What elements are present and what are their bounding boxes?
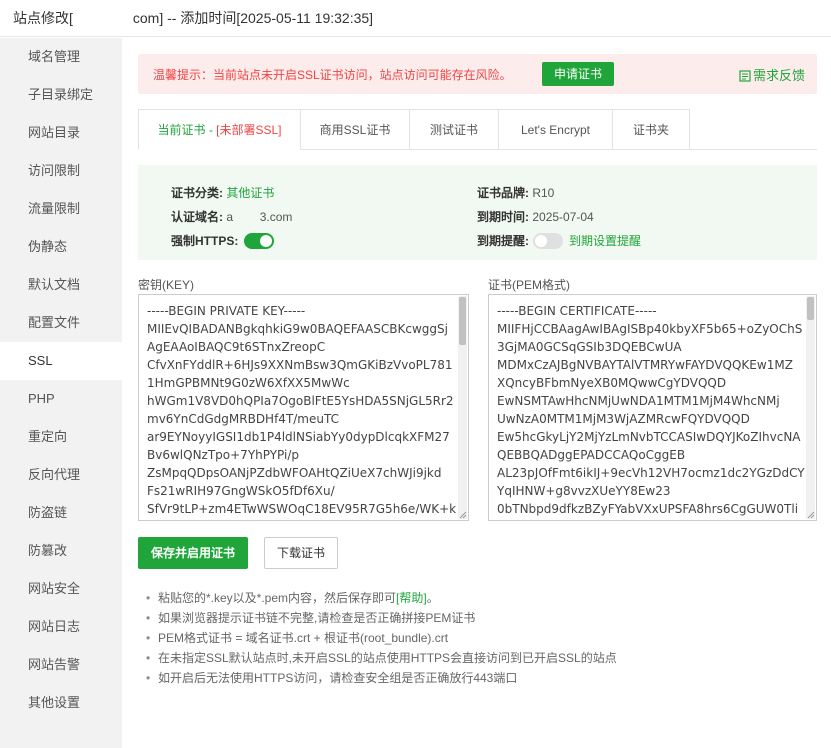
ssl-tips-list: 粘贴您的*.key以及*.pem内容，然后保存即可[帮助]。 如果浏览器提示证书… — [144, 588, 617, 688]
cert-info-panel: 证书分类: 其他证书 证书品牌: R10 认证域名: a 3.com 到期时间:… — [138, 165, 817, 260]
title-suffix: com] -- 添加时间[2025-05-11 19:32:35] — [132, 10, 374, 26]
cert-expire: 到期时间: 2025-07-04 — [477, 208, 594, 225]
sidebar-item-domain[interactable]: 域名管理 — [0, 38, 122, 76]
feedback-label: 需求反馈 — [752, 68, 805, 83]
expire-remind: 到期提醒: 到期设置提醒 — [477, 232, 641, 249]
force-https-toggle[interactable] — [244, 233, 275, 249]
sidebar-item-tamper-proof[interactable]: 防篡改 — [0, 532, 122, 570]
cert-category: 证书分类: 其他证书 — [171, 184, 274, 201]
sidebar-item-reverse-proxy[interactable]: 反向代理 — [0, 456, 122, 494]
key-scroll-thumb[interactable] — [459, 297, 466, 345]
title-prefix: 站点修改[ — [13, 10, 73, 26]
tab-commercial-ssl[interactable]: 商用SSL证书 — [301, 109, 410, 150]
sidebar-item-site-dir[interactable]: 网站目录 — [0, 114, 122, 152]
ssl-panel: 温馨提示：当前站点未开启SSL证书访问，站点访问可能存在风险。 申请证书 需求反… — [122, 38, 831, 748]
cert-textarea[interactable]: -----BEGIN CERTIFICATE----- MIIFHjCCBAag… — [488, 294, 817, 521]
dialog-title: 站点修改[ com] -- 添加时间[2025-05-11 19:32:35] — [13, 8, 373, 28]
cert-label: 证书(PEM格式) — [488, 278, 570, 292]
tip-item: 如开启后无法使用HTTPS访问，请检查安全组是否正确放行443端口 — [144, 668, 617, 688]
tab-test-cert[interactable]: 测试证书 — [410, 109, 499, 150]
cert-content: -----BEGIN CERTIFICATE----- MIIFHjCCBAag… — [497, 304, 805, 516]
redacted-domain — [72, 12, 133, 27]
sidebar-item-site-log[interactable]: 网站日志 — [0, 608, 122, 646]
sidebar-item-redirect[interactable]: 重定向 — [0, 418, 122, 456]
sidebar-item-rewrite[interactable]: 伪静态 — [0, 228, 122, 266]
feedback-icon — [739, 70, 751, 82]
key-scrollbar[interactable] — [458, 296, 467, 519]
expire-remind-link[interactable]: 到期设置提醒 — [569, 234, 641, 248]
apply-cert-button[interactable]: 申请证书 — [542, 62, 614, 86]
sidebar-item-other-settings[interactable]: 其他设置 — [0, 684, 122, 722]
tabs-divider — [300, 149, 817, 150]
tab-current-label: 当前证书 - — [157, 123, 217, 137]
tab-cert-folder[interactable]: 证书夹 — [613, 109, 690, 150]
cert-brand: 证书品牌: R10 — [477, 184, 554, 201]
help-link[interactable]: [帮助] — [396, 591, 427, 605]
cert-domain-value: a 3.com — [226, 210, 293, 224]
cert-domain-label: 认证域名: — [171, 210, 223, 224]
cert-brand-value: R10 — [532, 186, 555, 200]
expire-remind-label: 到期提醒: — [477, 234, 529, 248]
save-enable-cert-button[interactable]: 保存并启用证书 — [138, 537, 248, 569]
key-resize-grip-icon[interactable] — [459, 511, 467, 519]
key-content: -----BEGIN PRIVATE KEY----- MIIEvQIBADAN… — [147, 304, 457, 516]
force-https: 强制HTTPS: — [171, 232, 275, 249]
sidebar-item-default-doc[interactable]: 默认文档 — [0, 266, 122, 304]
sidebar-item-site-alarm[interactable]: 网站告警 — [0, 646, 122, 684]
cert-expire-value: 2025-07-04 — [532, 210, 594, 224]
tab-letsencrypt[interactable]: Let's Encrypt — [499, 109, 613, 150]
cert-category-label: 证书分类: — [171, 186, 223, 200]
sidebar-item-config-file[interactable]: 配置文件 — [0, 304, 122, 342]
sidebar-item-traffic-limit[interactable]: 流量限制 — [0, 190, 122, 228]
sidebar-item-php[interactable]: PHP — [0, 380, 122, 418]
cert-scrollbar[interactable] — [806, 296, 815, 519]
download-cert-button[interactable]: 下载证书 — [264, 537, 338, 569]
tip1-text: 粘贴您的*.key以及*.pem内容，然后保存即可 — [158, 591, 397, 605]
tip-item: 在未指定SSL默认站点时,未开启SSL的站点使用HTTPS会直接访问到已开启SS… — [144, 648, 617, 668]
key-label: 密钥(KEY) — [138, 278, 195, 292]
ssl-warning-alert: 温馨提示：当前站点未开启SSL证书访问，站点访问可能存在风险。 申请证书 需求反… — [138, 54, 817, 94]
cert-resize-grip-icon[interactable] — [807, 511, 815, 519]
sidebar-item-ssl[interactable]: SSL — [0, 342, 122, 380]
sidebar-item-subdir[interactable]: 子目录绑定 — [0, 76, 122, 114]
tip-item: 如果浏览器提示证书链不完整,请检查是否正确拼接PEM证书 — [144, 608, 617, 628]
cert-expire-label: 到期时间: — [477, 210, 529, 224]
tip-item: 粘贴您的*.key以及*.pem内容，然后保存即可[帮助]。 — [144, 588, 617, 608]
tab-current-cert[interactable]: 当前证书 - [未部署SSL] — [138, 109, 301, 150]
force-https-label: 强制HTTPS: — [171, 234, 239, 248]
tip1-suffix: 。 — [426, 591, 439, 605]
sidebar-item-site-security[interactable]: 网站安全 — [0, 570, 122, 608]
sidebar-item-hotlink[interactable]: 防盗链 — [0, 494, 122, 532]
dialog-titlebar: 站点修改[ com] -- 添加时间[2025-05-11 19:32:35] — [0, 0, 831, 37]
cert-brand-label: 证书品牌: — [477, 186, 529, 200]
sidebar: 域名管理 子目录绑定 网站目录 访问限制 流量限制 伪静态 默认文档 配置文件 … — [0, 38, 122, 748]
expire-remind-toggle[interactable] — [533, 233, 563, 249]
cert-category-value: 其他证书 — [226, 186, 275, 200]
cert-scroll-thumb[interactable] — [807, 297, 814, 320]
tip-item: PEM格式证书 = 域名证书.crt + 根证书(root_bundle).cr… — [144, 628, 617, 648]
feedback-link[interactable]: 需求反馈 — [739, 65, 805, 84]
sidebar-item-access-limit[interactable]: 访问限制 — [0, 152, 122, 190]
key-textarea[interactable]: -----BEGIN PRIVATE KEY----- MIIEvQIBADAN… — [138, 294, 469, 521]
alert-message: 温馨提示：当前站点未开启SSL证书访问，站点访问可能存在风险。 — [153, 68, 512, 82]
cert-domain: 认证域名: a 3.com — [171, 208, 292, 225]
tab-current-status: [未部署SSL] — [216, 123, 282, 137]
